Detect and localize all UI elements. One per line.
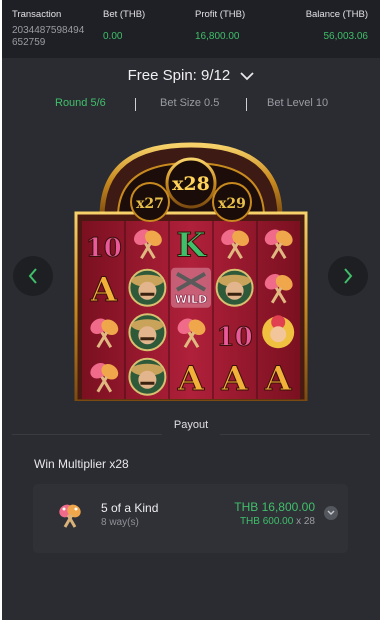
chevron-right-icon <box>344 268 353 284</box>
spin-info-row: Round 5/6 Bet Size 0.5 Bet Level 10 <box>2 97 380 113</box>
svg-text:K: K <box>176 225 207 265</box>
round-indicator: Round 5/6 <box>55 97 106 109</box>
divider <box>135 98 136 111</box>
slot-symbol-wild: WILD <box>171 267 211 308</box>
slot-symbol-bandit <box>128 357 167 396</box>
payout-ways: 8 way(s) <box>101 517 139 528</box>
payout-title: 5 of a Kind <box>101 501 159 515</box>
free-spin-title: Free Spin: 9/12 <box>127 67 231 84</box>
bet-level: Bet Level 10 <box>267 97 329 109</box>
slot-symbol-K: K <box>176 225 208 266</box>
slot-symbol-bandit <box>128 268 167 307</box>
expand-button[interactable] <box>324 506 338 520</box>
bet-value: 0.00 <box>103 31 123 42</box>
slot-symbol-A: A <box>264 358 293 399</box>
game-board: x28 x27 x29 10 K A WILD 10 A A A <box>74 141 308 403</box>
chevron-down-icon <box>240 68 254 85</box>
transaction-header: Transaction 2034487598494 652759 Bet (TH… <box>2 0 380 58</box>
divider <box>12 434 162 435</box>
payout-amount: THB 16,800.00 <box>234 500 315 514</box>
slot-symbol-A: A <box>220 358 249 399</box>
svg-text:A: A <box>264 359 292 399</box>
svg-text:A: A <box>220 359 248 399</box>
slot-symbol-A: A <box>176 358 205 399</box>
slot-symbol-A: A <box>89 269 118 310</box>
slot-symbol-bandit <box>215 268 254 307</box>
payout-sub-amount: THB 600.00 x 28 <box>239 516 315 527</box>
svg-text:A: A <box>90 270 118 310</box>
svg-text:WILD: WILD <box>175 293 207 306</box>
chevron-left-icon <box>28 268 37 284</box>
divider <box>246 98 247 111</box>
chevron-down-icon <box>327 510 335 515</box>
payout-item[interactable]: 5 of a Kind 8 way(s) THB 16,800.00 THB 6… <box>33 484 348 553</box>
balance-value: 56,003.06 <box>323 31 369 42</box>
main-multiplier: x28 <box>172 173 210 195</box>
payout-section-label: Payout <box>173 419 209 431</box>
right-multiplier: x29 <box>218 196 246 212</box>
slot-symbol-bandit <box>128 313 167 352</box>
profit-value: 16,800.00 <box>195 31 240 42</box>
maracas-icon <box>55 501 85 531</box>
next-round-button[interactable] <box>328 256 368 296</box>
slot-symbol-10: 10 <box>85 233 122 264</box>
bet-label: Bet (THB) <box>103 9 146 20</box>
transaction-label: Transaction <box>12 9 62 20</box>
divider <box>220 434 370 435</box>
svg-text:10: 10 <box>86 233 122 263</box>
slot-symbol-10: 10 <box>216 322 253 353</box>
previous-round-button[interactable] <box>13 256 53 296</box>
history-detail-screen: Transaction 2034487598494 652759 Bet (TH… <box>2 0 380 620</box>
svg-text:10: 10 <box>217 322 253 352</box>
svg-text:A: A <box>177 359 205 399</box>
win-multiplier: Win Multiplier x28 <box>34 457 129 471</box>
left-multiplier: x27 <box>136 196 164 212</box>
transaction-id-line2: 652759 <box>12 37 46 48</box>
transaction-id-line1: 2034487598494 <box>12 25 85 36</box>
free-spin-selector[interactable]: Free Spin: 9/12 <box>2 67 380 85</box>
profit-label: Profit (THB) <box>195 9 246 20</box>
bet-size: Bet Size 0.5 <box>160 97 220 109</box>
balance-label: Balance (THB) <box>305 9 368 20</box>
